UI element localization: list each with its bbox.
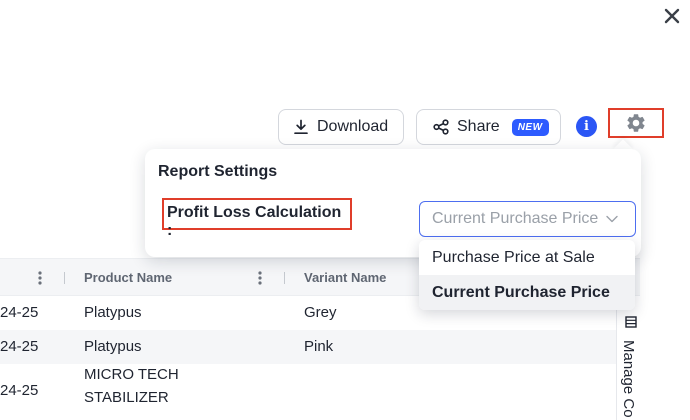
share-icon [433,119,449,135]
table-row[interactable]: 24-25 MICRO TECH STABILIZER [0,364,640,420]
columns-icon [625,316,637,328]
download-button[interactable]: Download [278,109,404,145]
column-menu-button[interactable] [255,268,265,288]
option-current-purchase-price[interactable]: Current Purchase Price [419,275,635,310]
cell-product-line-2: STABILIZER [84,389,169,406]
cell-variant: Pink [304,338,334,355]
chevron-down-icon [606,215,618,223]
settings-button[interactable] [608,108,664,138]
column-divider[interactable] [284,272,285,284]
cell-date: 24-25 [0,338,39,355]
close-icon [664,8,680,24]
new-badge: NEW [511,118,549,136]
column-header-variant-name[interactable]: Variant Name [304,270,386,285]
manage-columns-tab[interactable]: Manage Co [616,304,644,420]
cell-variant: Grey [304,304,337,321]
column-divider[interactable] [64,272,65,284]
option-purchase-price-at-sale[interactable]: Purchase Price at Sale [419,240,635,275]
cell-date: 24-25 [0,382,39,399]
cell-date: 24-25 [0,304,39,321]
cell-product-line-1: MICRO TECH [84,366,179,383]
column-menu-button[interactable] [35,268,45,288]
cell-product: Platypus [84,338,142,355]
profit-loss-options: Purchase Price at Sale Current Purchase … [419,240,635,310]
report-settings-title: Report Settings [158,163,278,180]
cell-product: Platypus [84,304,142,321]
manage-columns-label: Manage Co [620,340,637,418]
info-icon: i [584,119,589,134]
download-icon [294,119,308,135]
column-header-product-name[interactable]: Product Name [84,270,172,285]
kebab-icon [258,271,262,285]
close-button[interactable] [660,4,684,28]
download-label: Download [317,118,389,135]
info-button[interactable]: i [576,116,597,137]
share-label: Share [457,118,500,135]
profit-loss-select[interactable]: Current Purchase Price [419,201,636,237]
select-value: Current Purchase Price [432,210,599,227]
share-button[interactable]: Share NEW [416,109,561,145]
gear-icon [627,114,645,132]
profit-loss-label-text: Profit Loss Calculation : [167,204,342,239]
table-row[interactable]: 24-25 Platypus Pink [0,330,640,364]
profit-loss-label: Profit Loss Calculation : [162,198,352,239]
kebab-icon [38,271,42,285]
